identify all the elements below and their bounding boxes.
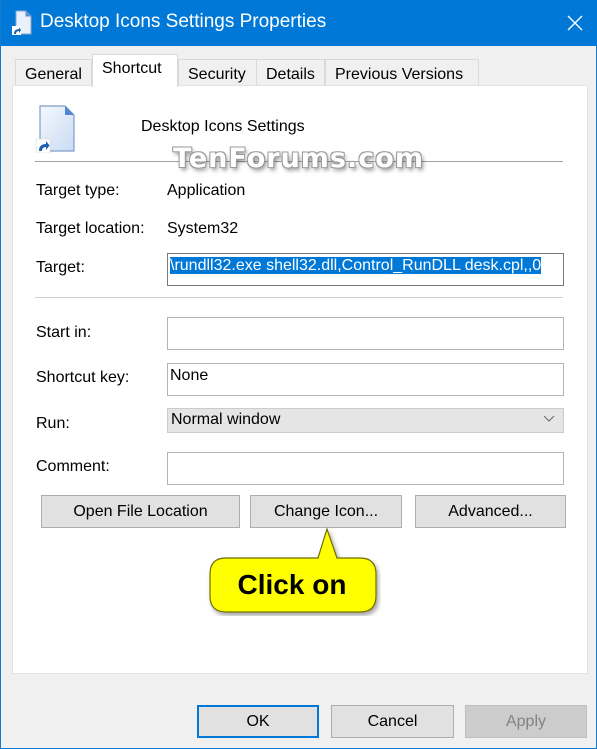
shortcut-file-icon bbox=[12, 10, 32, 35]
tab-general[interactable]: General bbox=[15, 59, 92, 86]
properties-dialog: Desktop Icons Settings Properties Genera… bbox=[0, 0, 597, 749]
run-label: Run: bbox=[36, 415, 70, 432]
target-type-label: Target type: bbox=[36, 182, 120, 199]
window-title: Desktop Icons Settings Properties bbox=[40, 11, 327, 32]
target-input[interactable]: \rundll32.exe shell32.dll,Control_RunDLL… bbox=[167, 253, 564, 286]
target-type-value: Application bbox=[167, 182, 246, 199]
tab-previous-versions[interactable]: Previous Versions bbox=[325, 59, 479, 86]
shortcut-file-icon bbox=[35, 105, 75, 153]
close-icon bbox=[567, 15, 583, 31]
tab-details[interactable]: Details bbox=[256, 59, 325, 86]
advanced-button[interactable]: Advanced... bbox=[415, 495, 566, 528]
shortcut-name: Desktop Icons Settings bbox=[141, 118, 305, 135]
comment-input[interactable] bbox=[167, 452, 564, 485]
start-in-label: Start in: bbox=[36, 324, 92, 341]
target-label: Target: bbox=[36, 259, 85, 276]
tab-label: General bbox=[25, 66, 82, 83]
shortcut-key-label: Shortcut key: bbox=[36, 369, 130, 386]
chevron-down-icon bbox=[543, 415, 555, 422]
close-button[interactable] bbox=[552, 0, 597, 46]
divider bbox=[35, 161, 563, 162]
target-location-label: Target location: bbox=[36, 220, 145, 237]
tab-label: Shortcut bbox=[102, 60, 162, 77]
tab-label: Security bbox=[188, 66, 246, 83]
tab-security[interactable]: Security bbox=[178, 59, 265, 86]
callout-annotation: Click on bbox=[206, 496, 381, 616]
cancel-button[interactable]: Cancel bbox=[331, 705, 454, 738]
start-in-input[interactable] bbox=[167, 317, 564, 350]
apply-button[interactable]: Apply bbox=[465, 705, 587, 738]
run-select[interactable]: Normal window bbox=[167, 408, 564, 433]
callout-text: Click on bbox=[237, 569, 347, 600]
tab-label: Details bbox=[266, 66, 315, 83]
run-select-value: Normal window bbox=[171, 411, 281, 428]
tab-shortcut[interactable]: Shortcut bbox=[92, 54, 178, 87]
divider bbox=[35, 297, 563, 298]
target-input-selected-text: \rundll32.exe shell32.dll,Control_RunDLL… bbox=[170, 257, 542, 274]
title-bar: Desktop Icons Settings Properties bbox=[1, 0, 597, 46]
comment-label: Comment: bbox=[36, 458, 110, 475]
target-location-value: System32 bbox=[167, 220, 239, 237]
ok-button[interactable]: OK bbox=[197, 705, 319, 738]
tab-label: Previous Versions bbox=[335, 66, 464, 83]
shortcut-key-input[interactable]: None bbox=[167, 363, 564, 396]
